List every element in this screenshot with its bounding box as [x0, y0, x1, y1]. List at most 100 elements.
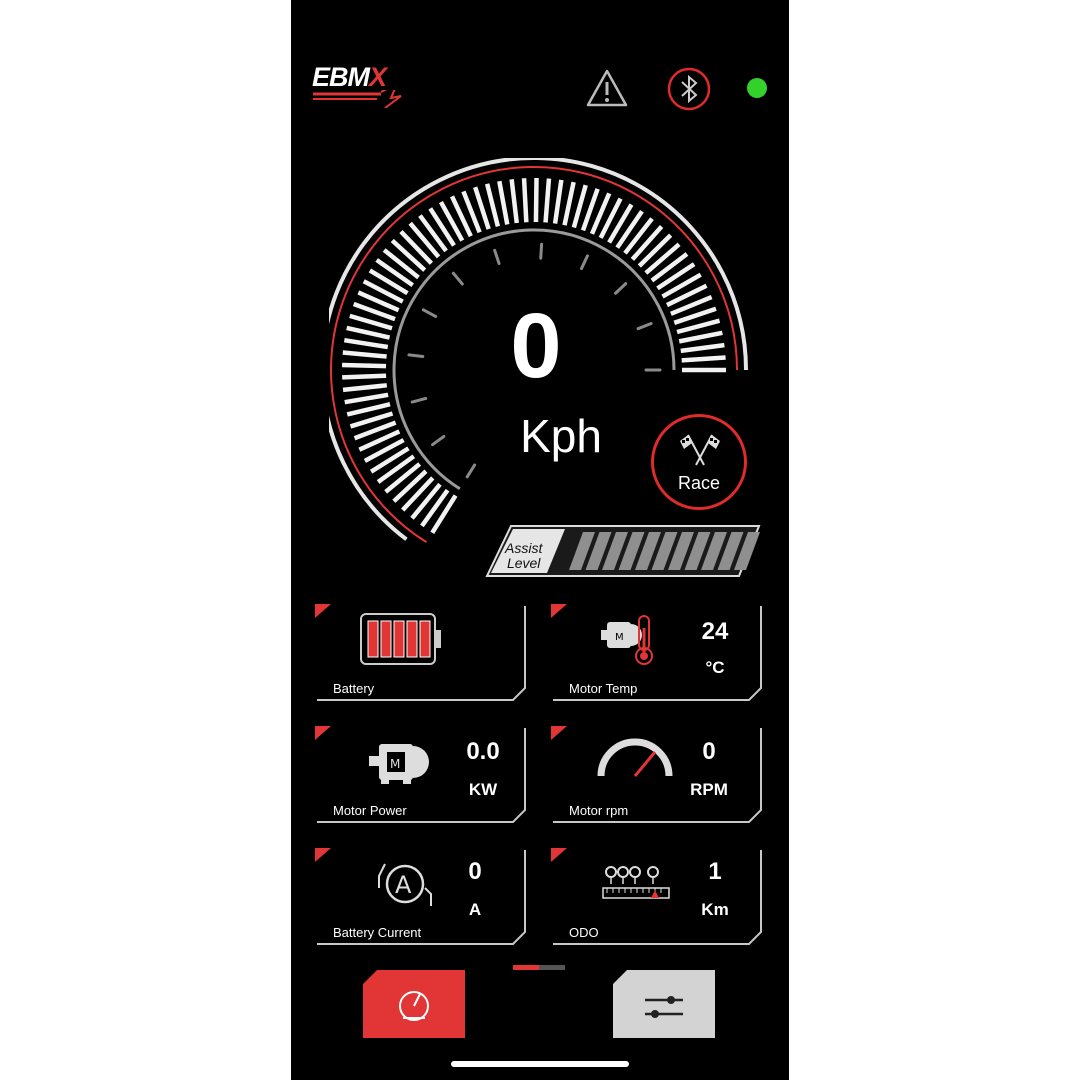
- svg-text:M: M: [615, 632, 624, 643]
- gauge-tick: [650, 252, 689, 283]
- gauge-major-tick: [614, 282, 628, 295]
- gauge-tick: [430, 494, 458, 535]
- speed-unit: Kph: [520, 410, 602, 462]
- gauge-tick: [342, 350, 387, 359]
- ammeter-icon: A: [378, 863, 432, 906]
- battery-current-value: 0: [468, 858, 482, 885]
- motor-icon: M: [369, 744, 429, 784]
- gauge-tick: [346, 402, 391, 417]
- logo-text: EBM: [312, 62, 370, 92]
- motor-thermometer-icon: M: [601, 615, 653, 665]
- gauge-tick: [680, 342, 725, 354]
- app-screen: EBMX 0 Kph Race Assist Level Battery M 2…: [291, 0, 789, 1080]
- gauge-tick: [630, 225, 664, 261]
- gauge-tick: [369, 446, 410, 474]
- motor-power-unit: KW: [468, 780, 498, 799]
- battery-icon: [360, 613, 441, 665]
- gauge-tick: [615, 209, 644, 249]
- odo-tile[interactable]: 1 Km ODO: [551, 848, 763, 948]
- tile-label: Battery: [333, 681, 375, 696]
- ebmx-logo: EBMX: [312, 62, 387, 92]
- gauge-tick: [375, 258, 415, 288]
- page-indicator: [513, 965, 565, 970]
- gauge-tick: [656, 262, 696, 291]
- gauge-tick: [342, 362, 387, 369]
- gauge-tick: [562, 181, 576, 226]
- warning-triangle-icon[interactable]: [585, 68, 629, 108]
- tile-label: ODO: [569, 925, 599, 940]
- motor-power-value: 0.0: [466, 738, 500, 765]
- gauge-tick: [384, 462, 422, 494]
- gauge-tick: [342, 383, 388, 393]
- motor-rpm-tile[interactable]: 0 RPM Motor rpm: [551, 726, 763, 826]
- tile-label: Motor rpm: [569, 803, 629, 818]
- gauge-tick: [509, 179, 519, 224]
- gauge-tick: [376, 454, 416, 484]
- gauge-tick: [484, 183, 501, 228]
- gauge-tick: [644, 242, 681, 275]
- gauge-tick: [392, 469, 428, 503]
- odometer-icon: [602, 866, 670, 899]
- gauge-tick: [637, 233, 673, 268]
- logo-underline-icon: [313, 90, 402, 108]
- gauge-major-tick: [451, 271, 464, 286]
- battery-current-unit: A: [468, 900, 482, 919]
- assist-label-line1: Assist: [505, 540, 543, 556]
- connection-status-indicator: [747, 78, 767, 98]
- speed-value: 0: [510, 295, 562, 397]
- gauge-tick: [428, 207, 456, 247]
- motor-power-tile[interactable]: M 0.0 KW Motor Power: [315, 726, 527, 826]
- home-indicator[interactable]: [451, 1061, 629, 1067]
- gauge-major-tick: [407, 353, 425, 359]
- gauge-major-tick: [539, 242, 544, 260]
- gauge-tick: [408, 221, 441, 259]
- gauge-tick: [533, 177, 539, 223]
- assist-level-label: Assist Level: [505, 541, 542, 571]
- gauge-major-tick: [579, 254, 589, 271]
- race-mode-button[interactable]: Race: [651, 414, 747, 510]
- gauge-tick: [678, 330, 723, 344]
- odo-unit: Km: [701, 900, 729, 919]
- gauge-tick: [521, 178, 529, 223]
- tile-label: Battery Current: [333, 925, 422, 940]
- motor-rpm-unit: RPM: [690, 780, 728, 799]
- gauge-tick: [497, 180, 510, 225]
- battery-current-tile[interactable]: A 0 A Battery Current: [315, 848, 527, 948]
- svg-text:M: M: [390, 757, 400, 771]
- bluetooth-icon[interactable]: [666, 66, 712, 112]
- gauge-tick: [420, 488, 450, 528]
- gauge-tick: [543, 178, 552, 223]
- gauge-major-tick: [465, 463, 477, 479]
- gauge-major-tick: [493, 248, 501, 266]
- gauge-major-tick: [410, 396, 428, 404]
- gauge-tick: [410, 482, 442, 520]
- gauge-major-tick: [431, 434, 446, 447]
- gauge-tick: [676, 318, 721, 335]
- tile-label: Motor Power: [333, 803, 407, 818]
- dashboard-tab-button[interactable]: [363, 970, 465, 1038]
- settings-tab-button[interactable]: [613, 970, 715, 1038]
- motor-rpm-value: 0: [702, 738, 716, 765]
- odo-value: 1: [708, 858, 722, 885]
- gauge-tick: [552, 179, 564, 224]
- gauge-tick: [401, 476, 435, 512]
- gauge-tick: [390, 238, 427, 272]
- logo-accent: X: [369, 62, 387, 92]
- race-label: Race: [677, 473, 721, 493]
- gauge-tick: [418, 214, 448, 253]
- gauge-tick: [344, 392, 389, 405]
- motor-temp-tile[interactable]: M 24 °C Motor Temp: [551, 604, 763, 704]
- assist-label-line2: Level: [506, 555, 541, 571]
- svg-text:A: A: [395, 871, 412, 899]
- gauge-tick: [681, 355, 726, 363]
- gauge-tick: [399, 230, 434, 265]
- motor-temp-value: 24: [701, 618, 729, 645]
- gauge-tick: [346, 325, 391, 340]
- motor-temp-unit: °C: [705, 658, 725, 677]
- gauge-tick: [343, 337, 389, 350]
- gauge-tick: [382, 248, 420, 280]
- battery-tile[interactable]: Battery: [315, 604, 527, 704]
- gauge-tick: [342, 373, 387, 380]
- gauge-tick: [623, 217, 654, 255]
- checkered-flags-icon: [680, 434, 720, 466]
